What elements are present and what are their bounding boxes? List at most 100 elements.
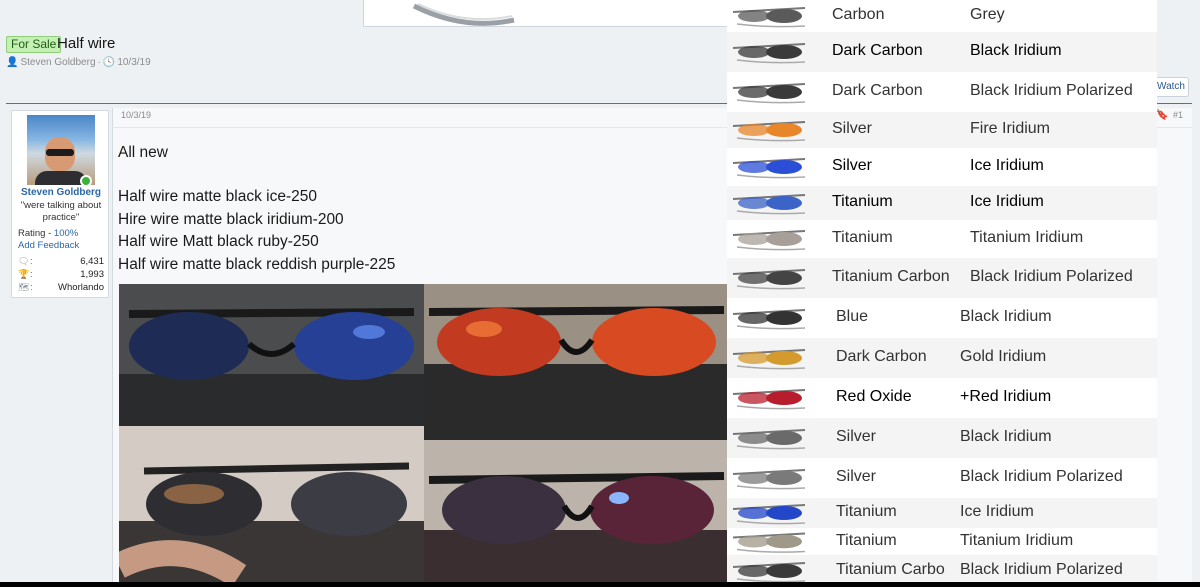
post-line: Half wire matte black reddish purple-225 [118, 256, 396, 273]
lens-type-label: Black Iridium [970, 42, 1062, 59]
sunglasses-iridium-lens-photo[interactable] [119, 426, 424, 587]
lens-catalog-overlay: Carbon Grey Dark Carbon Black Iridium Dark C… [727, 0, 1157, 587]
lens-type-label: Black Iridium Polarized [960, 468, 1123, 485]
post-line: Hire wire matte black iridium-200 [118, 211, 344, 228]
catalog-row: Silver Black Iridium [727, 418, 1157, 458]
catalog-row: Titanium Ice Iridium [727, 186, 1157, 220]
catalog-row: Red Oxide +Red Iridium [727, 378, 1157, 418]
lens-type-label: Gold Iridium [960, 348, 1047, 365]
frame-color-label: Titanium [832, 229, 893, 246]
lens-type-label: Black Iridium Polarized [970, 82, 1133, 99]
watch-button[interactable]: Watch [1153, 77, 1189, 97]
catalog-row: Silver Fire Iridium [727, 112, 1157, 148]
username-link[interactable]: Steven Goldberg [12, 187, 110, 198]
bottom-bar [0, 582, 1200, 587]
post-date[interactable]: 10/3/19 [121, 110, 151, 120]
lens-type-label: Titanium Iridium [960, 531, 1074, 549]
post-line: Half wire matte black ice-250 [118, 188, 317, 205]
rating-label: Rating - [18, 228, 54, 239]
user-title: "were talking about practice" [20, 200, 102, 223]
sunglasses-thumbnail-icon [732, 504, 806, 525]
frame-color-label: Titanium [832, 193, 893, 210]
frame-color-label: Silver [836, 468, 877, 485]
frame-color-label: Silver [832, 157, 873, 174]
frame-color-label: Carbon [832, 6, 885, 23]
catalog-row: Silver Ice Iridium [727, 148, 1157, 186]
stat-trophies: 🏆 : 1,993 [18, 268, 104, 280]
catalog-row: Silver Black Iridium Polarized [727, 458, 1157, 498]
sunglasses-thumbnail-icon [732, 269, 806, 290]
catalog-row: Titanium Titanium Iridium [727, 528, 1157, 555]
sunglasses-thumbnail-icon [732, 158, 806, 179]
sunglasses-thumbnail-icon [732, 532, 806, 553]
frame-color-label: Titanium Carbo [836, 561, 945, 578]
frame-color-label: Silver [832, 120, 873, 137]
lens-type-label: Ice Iridium [960, 503, 1034, 520]
catalog-row: Dark Carbon Black Iridium Polarized [727, 72, 1157, 112]
catalog-row: Dark Carbon Black Iridium [727, 32, 1157, 72]
thread-author-link[interactable]: Steven Goldberg [20, 57, 95, 68]
online-status-icon [80, 175, 92, 187]
add-feedback-link[interactable]: Add Feedback [18, 240, 79, 251]
catalog-row: Blue Black Iridium [727, 298, 1157, 338]
sunglasses-thumbnail-icon [732, 121, 806, 142]
sunglasses-thumbnail-icon [732, 83, 806, 104]
sunglasses-thumbnail-icon [732, 349, 806, 370]
trophy-icon: 🏆 [18, 268, 30, 279]
post-number-link[interactable]: #1 [1173, 110, 1183, 120]
stat-messages: 🗨 : 6,431 [18, 255, 104, 267]
frame-color-label: Dark Carbon [832, 82, 923, 99]
lens-type-label: +Red Iridium [960, 388, 1052, 405]
lens-type-label: Ice Iridium [970, 157, 1044, 174]
frame-color-label: Titanium [836, 531, 897, 549]
catalog-row: Titanium Carbon Black Iridium Polarized [727, 258, 1157, 298]
messages-count: 6,431 [80, 255, 104, 267]
sunglasses-thumbnail-icon [732, 429, 806, 450]
rating-value-link[interactable]: 100% [54, 228, 78, 239]
frame-color-label: Blue [836, 308, 869, 325]
lens-type-label: Black Iridium [960, 428, 1052, 445]
catalog-row: Carbon Grey [727, 0, 1157, 32]
user-location[interactable]: Whorlando [40, 282, 104, 293]
user-card: Steven Goldberg "were talking about prac… [11, 110, 109, 298]
sunglasses-ice-lens-photo[interactable] [119, 284, 424, 426]
stat-location: 🗺 : Whorlando [18, 281, 104, 293]
lens-type-label: Black Iridium Polarized [960, 561, 1123, 578]
lens-type-label: Titanium Iridium [970, 229, 1084, 246]
thread-title: Half wire [57, 35, 116, 52]
frame-color-label: Dark Carbon [832, 42, 923, 59]
frame-color-label: Silver [836, 428, 877, 445]
messages-icon: 🗨 [18, 255, 30, 266]
top-product-image [363, 0, 728, 27]
sunglasses-thumbnail-icon [732, 230, 806, 251]
thread-meta: 👤 Steven Goldberg · 🕓 10/3/19 [6, 57, 151, 68]
post-line: Half wire Matt black ruby-250 [118, 233, 319, 250]
user-icon: 👤 [6, 57, 19, 68]
sunglasses-thumbnail-icon [732, 43, 806, 64]
lens-type-label: Fire Iridium [970, 120, 1051, 137]
frame-color-label: Titanium Carbon [832, 268, 950, 285]
thread-date[interactable]: 10/3/19 [117, 57, 150, 68]
sunglasses-ruby-lens-photo[interactable] [424, 284, 728, 440]
trophy-points[interactable]: 1,993 [40, 269, 104, 280]
sunglasses-thumbnail-icon [732, 309, 806, 330]
sunglasses-thumbnail-icon [732, 7, 806, 28]
lens-type-label: Black Iridium Polarized [970, 268, 1133, 285]
sunglasses-thumbnail-icon [732, 389, 806, 410]
lens-type-label: Ice Iridium [970, 193, 1044, 210]
lens-type-label: Grey [970, 6, 1005, 23]
frame-color-label: Titanium [836, 503, 897, 520]
rating-line: Rating - 100% [18, 228, 78, 239]
catalog-row: Titanium Titanium Iridium [727, 220, 1157, 258]
for-sale-prefix-badge[interactable]: For Sale [6, 36, 62, 53]
frame-color-label: Dark Carbon [836, 348, 927, 365]
sunglasses-thumbnail-icon [732, 469, 806, 490]
sunglasses-thumbnail-icon [732, 194, 806, 215]
catalog-row: Titanium Ice Iridium [727, 498, 1157, 528]
lens-type-label: Black Iridium [960, 308, 1052, 325]
bookmark-icon[interactable]: 🔖 [1156, 110, 1168, 121]
clock-icon: 🕓 [102, 57, 116, 68]
frame-color-label: Red Oxide [836, 388, 912, 405]
location-icon: 🗺 [18, 281, 30, 292]
sunglasses-reddish-purple-lens-photo[interactable] [424, 440, 728, 587]
